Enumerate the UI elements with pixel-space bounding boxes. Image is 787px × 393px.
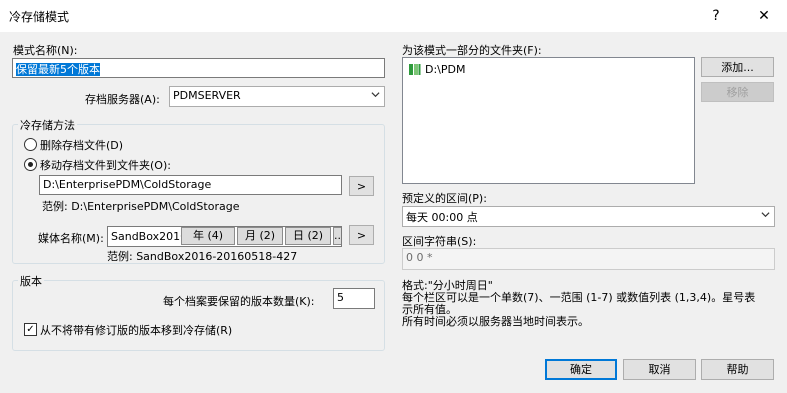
move-archive-radio[interactable] [24, 158, 37, 171]
media-token-day[interactable]: 日 (2) [285, 227, 331, 245]
folder-path-browse-button[interactable]: > [349, 176, 374, 196]
scheme-name-value: 保留最新5个版本 [16, 63, 100, 76]
window-title: 冷存储模式 [9, 10, 70, 24]
media-name-label: 媒体名称(M): [38, 232, 104, 245]
keep-versions-input[interactable]: 5 [333, 288, 375, 309]
media-name-value: SandBox2016- [111, 230, 192, 243]
media-token-year[interactable]: 年 (4) [181, 227, 235, 245]
cancel-button[interactable]: 取消 [623, 359, 696, 380]
archive-server-select[interactable]: PDMSERVER [169, 86, 385, 107]
scheme-name-label: 模式名称(N): [13, 44, 78, 57]
format-help: 格式:"分小时周日" 每个栏区可以是一个单数(7)、一范围 (1-7) 或数值列… [402, 280, 782, 328]
interval-select[interactable]: 每天 00:00 点 [402, 206, 775, 227]
media-name-browse-button[interactable]: > [349, 225, 374, 245]
versions-group [12, 280, 385, 351]
cold-storage-method-title: 冷存储方法 [18, 117, 77, 133]
folder-path-input[interactable]: D:\EnterprisePDM\ColdStorage [39, 175, 342, 195]
check-icon: ✓ [26, 324, 35, 335]
interval-value: 每天 00:00 点 [406, 211, 478, 224]
media-name-input[interactable]: SandBox2016- 年 (4) 月 (2) 日 (2) ... [107, 226, 342, 247]
delete-archive-label[interactable]: 删除存档文件(D) [40, 137, 123, 153]
chevron-down-icon [761, 212, 770, 218]
close-button[interactable]: ✕ [748, 0, 780, 32]
media-token-more[interactable]: ... [333, 227, 341, 245]
move-archive-label[interactable]: 移动存档文件到文件夹(O): [40, 157, 171, 173]
no-move-revision-checkbox[interactable]: ✓ [24, 323, 37, 336]
media-token-month[interactable]: 月 (2) [237, 227, 283, 245]
folders-list[interactable]: D:\PDM [402, 57, 695, 184]
folder-path-example: 范例: D:\EnterprisePDM\ColdStorage [42, 200, 240, 213]
interval-label: 预定义的区间(P): [402, 192, 487, 205]
keep-versions-label: 每个档案要保留的版本数量(K): [163, 295, 315, 308]
close-icon: ✕ [758, 8, 770, 24]
delete-archive-radio[interactable] [24, 138, 37, 151]
archive-server-label: 存档服务器(A): [85, 93, 160, 106]
interval-string-input[interactable]: 0 0 * [402, 248, 775, 270]
format-help-line: 每个栏区可以是一个单数(7)、一范围 (1-7) 或数值列表 (1,3,4)。星… [402, 291, 756, 304]
no-move-revision-label[interactable]: 从不将带有修订版的版本移到冷存储(R) [40, 322, 232, 338]
title-bar: 冷存储模式 ? ✕ [0, 0, 787, 32]
scheme-name-input[interactable]: 保留最新5个版本 [12, 58, 385, 78]
folder-icon [409, 64, 421, 75]
media-name-example: 范例: SandBox2016-20160518-427 [107, 250, 298, 263]
versions-title: 版本 [18, 273, 44, 289]
archive-server-value: PDMSERVER [173, 89, 241, 102]
ok-button[interactable]: 确定 [545, 359, 617, 380]
folders-label: 为该模式一部分的文件夹(F): [402, 44, 542, 57]
remove-folder-button[interactable]: 移除 [701, 82, 774, 102]
help-dialog-button[interactable]: 帮助 [701, 359, 774, 380]
chevron-down-icon [371, 92, 380, 98]
interval-string-label: 区间字符串(S): [402, 235, 477, 248]
folder-path: D:\PDM [425, 63, 466, 76]
help-button[interactable]: ? [700, 0, 732, 32]
add-folder-button[interactable]: 添加... [701, 57, 774, 77]
list-item[interactable]: D:\PDM [408, 62, 608, 78]
format-help-line: 所有时间必须以服务器当地时间表示。 [402, 315, 589, 328]
